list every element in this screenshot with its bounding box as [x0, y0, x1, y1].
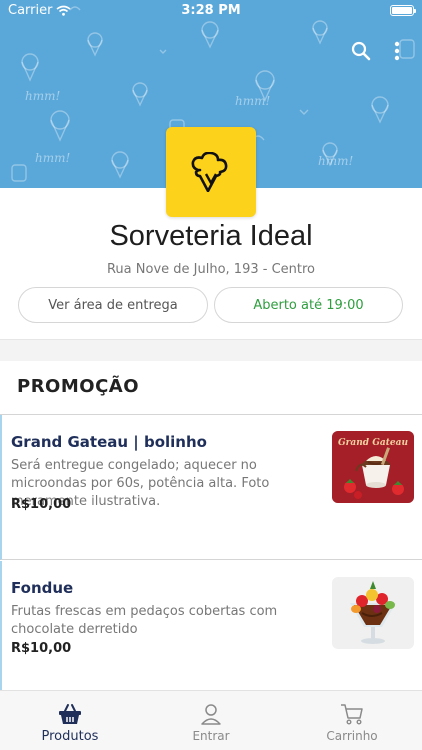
- product-price: R$10,00: [11, 497, 72, 512]
- tab-entrar[interactable]: Entrar: [141, 691, 281, 750]
- store-address: Rua Nove de Julho, 193 - Centro: [106, 262, 315, 277]
- tab-label: Carrinho: [326, 729, 378, 743]
- bottom-tab-bar: Produtos Entrar Carrinho: [0, 690, 422, 750]
- tab-produtos[interactable]: Produtos: [0, 691, 140, 750]
- ice-cream-logo-icon: [191, 152, 228, 192]
- product-name: Fondue: [11, 579, 74, 597]
- product-price: R$10,00: [11, 641, 72, 656]
- product-image-caption: Grand Gateau: [338, 438, 408, 448]
- product-image[interactable]: Grand Gateau: [332, 431, 414, 503]
- svg-text:hmm!: hmm!: [235, 94, 270, 108]
- tab-label: Entrar: [192, 729, 230, 743]
- cart-icon: [341, 704, 363, 725]
- tab-carrinho[interactable]: Carrinho: [282, 691, 422, 750]
- product-card[interactable]: Grand Gateau | bolinho Será entregue con…: [0, 415, 422, 560]
- delivery-area-button[interactable]: Ver área de entrega: [18, 287, 208, 323]
- svg-text:hmm!: hmm!: [35, 151, 70, 165]
- svg-text:hmm!: hmm!: [318, 154, 353, 168]
- product-image[interactable]: [332, 577, 414, 649]
- battery-icon: [390, 5, 416, 16]
- fondue-photo: [332, 577, 414, 649]
- section-title: PROMOÇÃO: [17, 376, 140, 397]
- search-button[interactable]: [348, 38, 374, 64]
- clock: 3:28 PM: [181, 3, 241, 18]
- tab-label: Produtos: [41, 729, 99, 744]
- product-card[interactable]: Fondue Frutas frescas em pedaços coberta…: [0, 561, 422, 691]
- grand-gateau-photo: Grand Gateau: [332, 431, 414, 503]
- product-name: Grand Gateau | bolinho: [11, 433, 207, 451]
- more-vertical-icon: [394, 41, 400, 61]
- status-bar: Carrier 3:28 PM: [0, 0, 422, 22]
- store-logo: [166, 127, 256, 217]
- more-options-button[interactable]: [384, 38, 410, 64]
- svg-text:hmm!: hmm!: [25, 89, 60, 103]
- section-separator: [0, 339, 422, 361]
- basket-icon: [59, 704, 81, 724]
- product-description: Frutas frescas em pedaços cobertas com c…: [11, 604, 278, 637]
- search-icon: [351, 41, 371, 61]
- opening-hours-button[interactable]: Aberto até 19:00: [214, 287, 403, 323]
- person-icon: [201, 704, 221, 725]
- store-name: Sorveteria Ideal: [109, 220, 313, 252]
